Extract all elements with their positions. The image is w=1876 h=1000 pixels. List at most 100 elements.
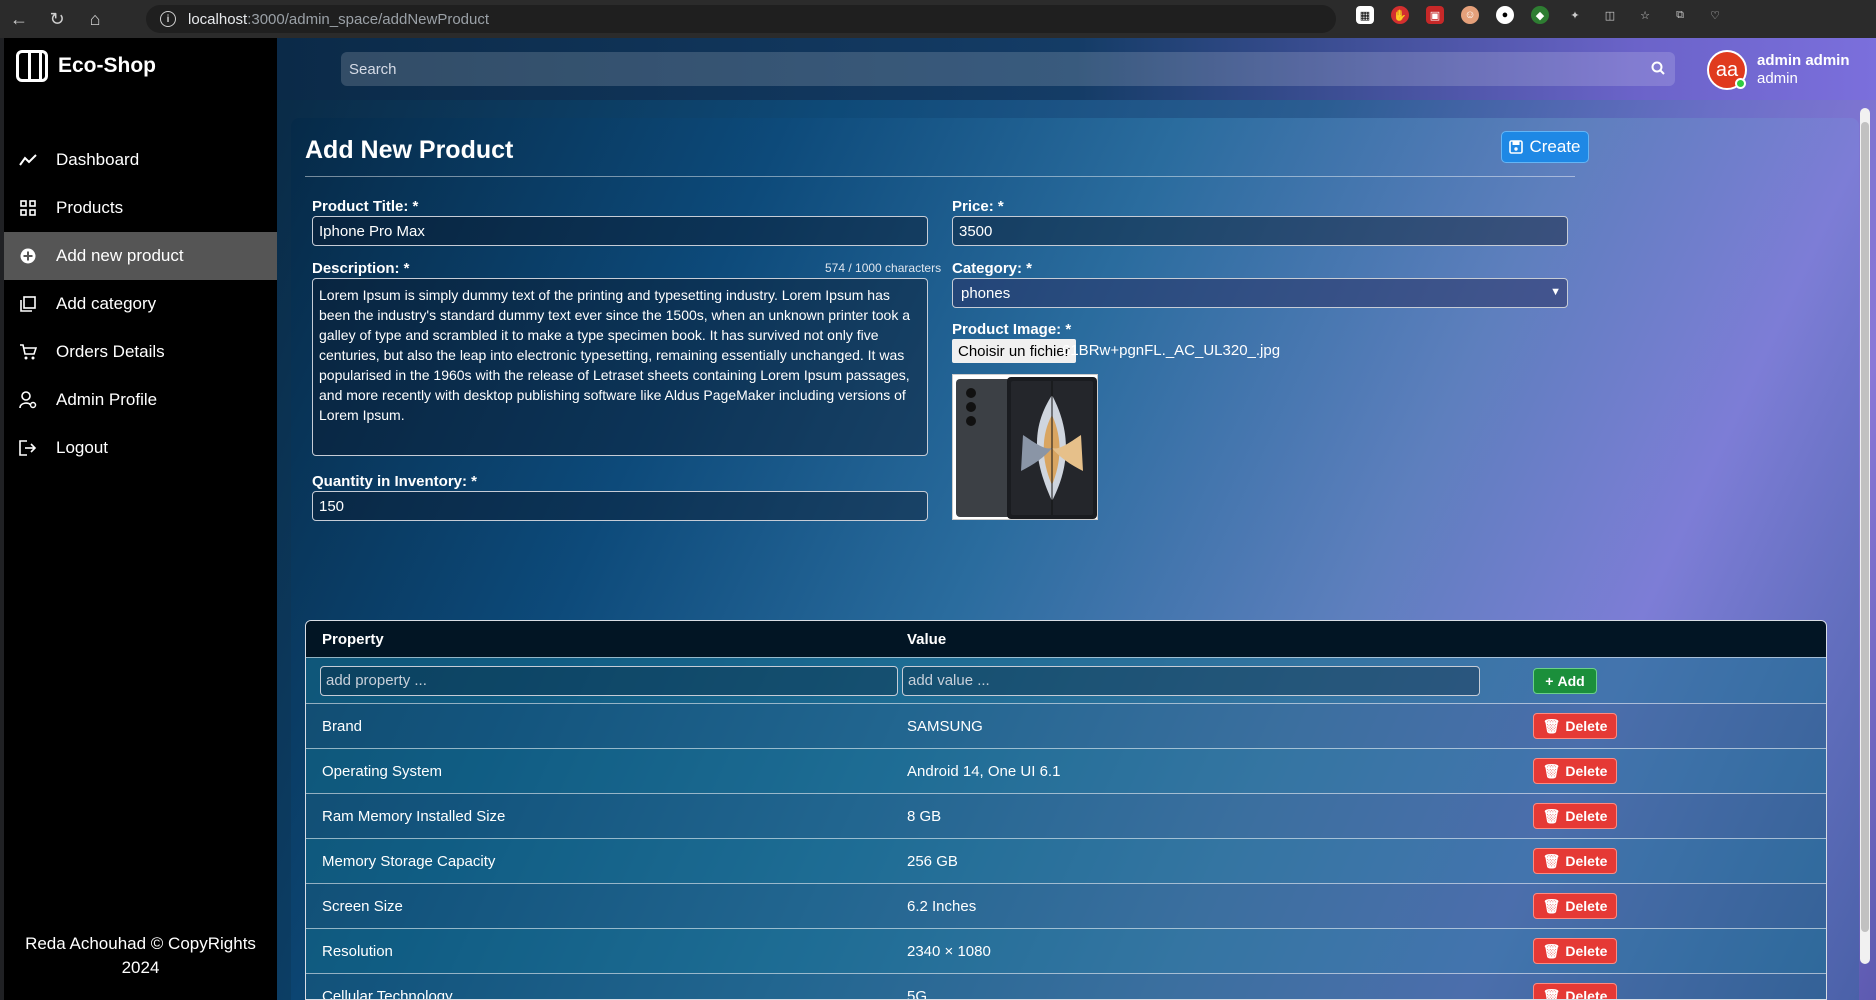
page-scrollbar[interactable] (1860, 108, 1870, 964)
sidebar-item-label: Dashboard (56, 150, 140, 169)
description-char-counter: 574 / 1000 characters (825, 261, 942, 275)
value-cell: SAMSUNG (907, 717, 983, 735)
save-icon (1509, 140, 1524, 154)
property-input[interactable]: add property ... (320, 665, 898, 696)
avatar-extension-icon[interactable]: ☺ (1461, 6, 1479, 24)
value-cell: Android 14, One UI 6.1 (907, 762, 1061, 780)
property-cell: Screen Size (322, 897, 403, 915)
trash-icon: 🗑 (1542, 762, 1561, 779)
sidebar-item-products[interactable]: Products (4, 184, 277, 232)
delete-cell: 🗑 Delete (1500, 893, 1617, 919)
delete-button[interactable]: 🗑 Delete (1533, 893, 1617, 919)
browser-essentials-icon[interactable]: ♡ (1706, 6, 1724, 24)
choose-file-button[interactable]: Choisir un fichier (952, 339, 1076, 363)
delete-button[interactable]: 🗑 Delete (1533, 983, 1617, 1000)
sidebar-item-orders-details[interactable]: Orders Details (4, 328, 277, 376)
property-placeholder: add property ... (326, 672, 427, 689)
grid-icon (18, 198, 38, 218)
property-cell: Ram Memory Installed Size (322, 807, 506, 825)
delete-cell: 🗑 Delete (1500, 803, 1617, 829)
description-value: Lorem Ipsum is simply dummy text of the … (319, 287, 911, 423)
delete-button[interactable]: 🗑 Delete (1533, 938, 1617, 964)
scrollbar-thumb[interactable] (1861, 122, 1869, 932)
reload-icon[interactable]: ↻ (38, 0, 76, 38)
value-cell: 5G (907, 987, 928, 1000)
chart-line-icon (18, 150, 38, 170)
user-role: admin (1757, 70, 1798, 87)
home-icon[interactable]: ⌂ (76, 0, 114, 38)
delete-label: Delete (1565, 943, 1608, 959)
delete-button[interactable]: 🗑 Delete (1533, 848, 1617, 874)
extensions-icon[interactable]: ✦ (1566, 6, 1584, 24)
sidebar-item-label: Add new product (56, 246, 184, 265)
table-header: Property Value (306, 621, 1826, 657)
column-header-value: Value (907, 630, 947, 648)
logo-icon (16, 50, 48, 82)
cart-icon (18, 342, 38, 362)
product-title-label: Product Title: * (312, 198, 419, 215)
delete-button[interactable]: 🗑 Delete (1533, 803, 1617, 829)
browser-toolbar: ← ↻ ⌂ i localhost:3000/admin_space/addNe… (0, 0, 1876, 38)
price-input[interactable]: 3500 (952, 216, 1568, 246)
top-header: Search aa admin admin admin (277, 38, 1876, 100)
online-status-dot (1735, 78, 1746, 89)
trash-icon: 🗑 (1542, 807, 1561, 824)
table-row: Cellular Technology 5G 🗑 Delete (306, 973, 1826, 1000)
trash-icon: 🗑 (1542, 987, 1561, 1000)
phone-image (953, 375, 1097, 519)
trash-icon: 🗑 (1542, 852, 1561, 869)
delete-cell: 🗑 Delete (1500, 938, 1617, 964)
property-rows: Brand SAMSUNG 🗑 Delete Operating System A… (306, 703, 1826, 1000)
quantity-value: 150 (319, 497, 345, 515)
table-row: Resolution 2340 × 1080 🗑 Delete (306, 928, 1826, 973)
favorites-icon[interactable]: ☆ (1636, 6, 1654, 24)
stop-extension-icon[interactable]: ✋ (1391, 6, 1409, 24)
delete-button[interactable]: 🗑 Delete (1533, 758, 1617, 784)
product-title-input[interactable]: Iphone Pro Max (312, 216, 928, 246)
quantity-input[interactable]: 150 (312, 491, 928, 521)
delete-label: Delete (1565, 808, 1608, 824)
user-menu[interactable]: aa admin admin admin (1707, 50, 1850, 90)
value-cell: 6.2 Inches (907, 897, 977, 915)
brand-name: Eco-Shop (58, 54, 156, 77)
add-property-button[interactable]: + Add (1533, 667, 1597, 694)
sidebar: Eco-Shop Dashboard Products Add new prod… (4, 38, 277, 1000)
sidebar-item-label: Admin Profile (56, 390, 158, 409)
brand-logo[interactable]: Eco-Shop (16, 50, 156, 82)
sidebar-item-logout[interactable]: Logout (4, 424, 277, 472)
sidebar-item-label: Add category (56, 294, 157, 313)
delete-button[interactable]: 🗑 Delete (1533, 713, 1617, 739)
create-button[interactable]: Create (1501, 131, 1589, 163)
main-content: Search aa admin admin admin Add New Prod… (277, 38, 1876, 1000)
search-input[interactable]: Search (341, 52, 1675, 86)
product-image-label: Product Image: * (952, 321, 1072, 338)
collections-icon[interactable]: ⧉ (1671, 6, 1689, 24)
sidebar-item-dashboard[interactable]: Dashboard (4, 136, 277, 184)
qr-extension-icon[interactable]: ▦ (1356, 6, 1374, 24)
delete-label: Delete (1565, 718, 1608, 734)
description-textarea[interactable]: Lorem Ipsum is simply dummy text of the … (312, 278, 928, 456)
sidebar-item-admin-profile[interactable]: Admin Profile (4, 376, 277, 424)
green-extension-icon[interactable]: ◆ (1531, 6, 1549, 24)
red-extension-icon[interactable]: ▣ (1426, 6, 1444, 24)
split-screen-icon[interactable]: ◫ (1601, 6, 1619, 24)
value-cell: 8 GB (907, 807, 942, 825)
choose-file-label: Choisir un fichier (958, 342, 1070, 360)
table-row: Memory Storage Capacity 256 GB 🗑 Delete (306, 838, 1826, 883)
chevron-down-icon: ▼ (1550, 286, 1561, 298)
sidebar-item-add-category[interactable]: Add category (4, 280, 277, 328)
dot-extension-icon[interactable]: ● (1496, 6, 1514, 24)
search-icon[interactable] (1651, 61, 1665, 75)
category-select[interactable]: phones ▼ (952, 278, 1568, 308)
value-input[interactable]: add value ... (902, 665, 1480, 696)
property-cell: Resolution (322, 942, 393, 960)
delete-label: Delete (1565, 988, 1608, 1000)
avatar[interactable]: aa (1707, 50, 1747, 90)
sidebar-item-add-new-product[interactable]: Add new product (4, 232, 277, 280)
address-bar[interactable]: i localhost:3000/admin_space/addNewProdu… (146, 5, 1336, 33)
site-info-icon[interactable]: i (160, 11, 176, 27)
category-label: Category: * (952, 260, 1033, 277)
page-title: Add New Product (305, 136, 514, 164)
back-icon[interactable]: ← (0, 0, 38, 38)
quantity-label: Quantity in Inventory: * (312, 473, 478, 490)
